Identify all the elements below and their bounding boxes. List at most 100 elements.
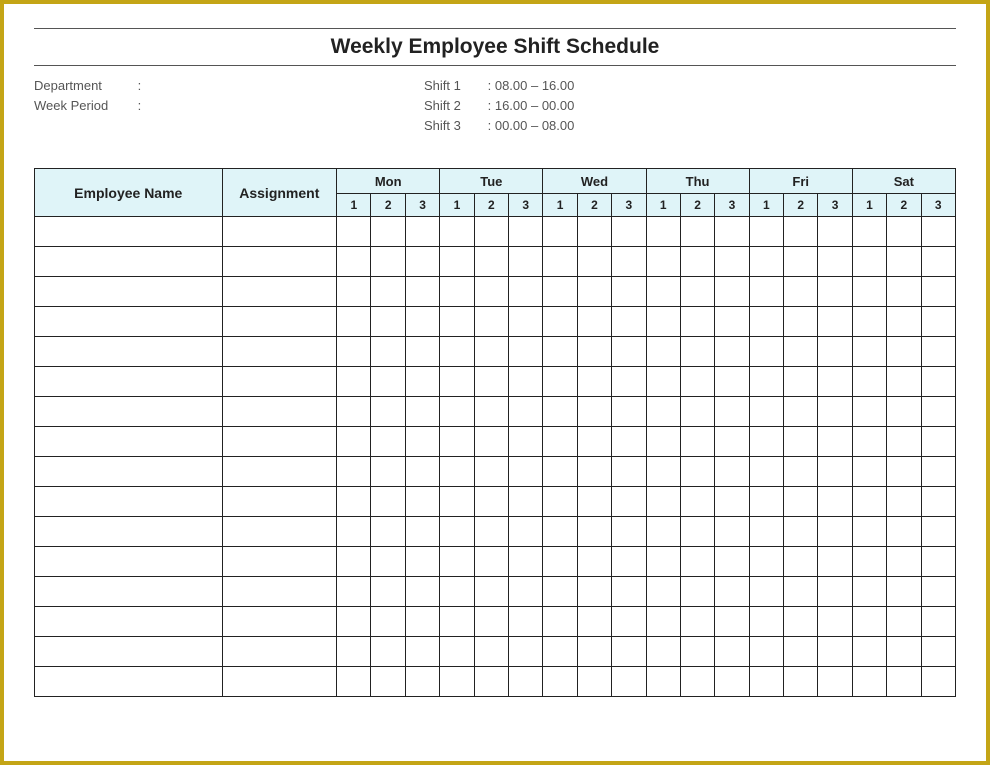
- cell-shift[interactable]: [749, 577, 783, 607]
- cell-shift[interactable]: [577, 217, 611, 247]
- cell-shift[interactable]: [680, 547, 714, 577]
- cell-shift[interactable]: [509, 307, 543, 337]
- cell-shift[interactable]: [577, 487, 611, 517]
- cell-shift[interactable]: [680, 427, 714, 457]
- cell-shift[interactable]: [715, 217, 749, 247]
- cell-shift[interactable]: [337, 667, 371, 697]
- cell-shift[interactable]: [749, 457, 783, 487]
- cell-shift[interactable]: [852, 307, 886, 337]
- cell-shift[interactable]: [371, 367, 405, 397]
- cell-shift[interactable]: [612, 307, 646, 337]
- cell-shift[interactable]: [818, 247, 852, 277]
- cell-shift[interactable]: [577, 457, 611, 487]
- cell-shift[interactable]: [543, 247, 577, 277]
- cell-shift[interactable]: [715, 307, 749, 337]
- cell-shift[interactable]: [749, 397, 783, 427]
- cell-assignment[interactable]: [222, 337, 337, 367]
- cell-shift[interactable]: [577, 517, 611, 547]
- cell-shift[interactable]: [612, 337, 646, 367]
- cell-shift[interactable]: [646, 487, 680, 517]
- cell-assignment[interactable]: [222, 607, 337, 637]
- cell-shift[interactable]: [612, 457, 646, 487]
- cell-shift[interactable]: [921, 667, 955, 697]
- cell-shift[interactable]: [784, 457, 818, 487]
- cell-shift[interactable]: [405, 577, 439, 607]
- cell-shift[interactable]: [818, 517, 852, 547]
- cell-shift[interactable]: [818, 577, 852, 607]
- cell-shift[interactable]: [509, 667, 543, 697]
- cell-shift[interactable]: [715, 397, 749, 427]
- cell-shift[interactable]: [921, 367, 955, 397]
- cell-shift[interactable]: [337, 607, 371, 637]
- cell-employee-name[interactable]: [35, 397, 223, 427]
- cell-shift[interactable]: [509, 487, 543, 517]
- cell-shift[interactable]: [921, 487, 955, 517]
- cell-shift[interactable]: [715, 547, 749, 577]
- cell-shift[interactable]: [680, 397, 714, 427]
- cell-shift[interactable]: [440, 607, 474, 637]
- cell-shift[interactable]: [405, 547, 439, 577]
- cell-shift[interactable]: [887, 577, 921, 607]
- cell-shift[interactable]: [612, 517, 646, 547]
- cell-shift[interactable]: [921, 397, 955, 427]
- cell-shift[interactable]: [818, 607, 852, 637]
- cell-shift[interactable]: [715, 667, 749, 697]
- cell-shift[interactable]: [543, 307, 577, 337]
- cell-shift[interactable]: [405, 517, 439, 547]
- cell-employee-name[interactable]: [35, 637, 223, 667]
- cell-shift[interactable]: [818, 427, 852, 457]
- cell-shift[interactable]: [887, 607, 921, 637]
- cell-shift[interactable]: [852, 637, 886, 667]
- cell-shift[interactable]: [852, 487, 886, 517]
- cell-shift[interactable]: [337, 367, 371, 397]
- cell-shift[interactable]: [784, 487, 818, 517]
- cell-shift[interactable]: [509, 607, 543, 637]
- cell-shift[interactable]: [852, 337, 886, 367]
- cell-shift[interactable]: [371, 217, 405, 247]
- cell-shift[interactable]: [577, 607, 611, 637]
- cell-shift[interactable]: [749, 427, 783, 457]
- cell-shift[interactable]: [405, 367, 439, 397]
- cell-shift[interactable]: [784, 637, 818, 667]
- cell-shift[interactable]: [680, 667, 714, 697]
- cell-shift[interactable]: [577, 667, 611, 697]
- cell-shift[interactable]: [474, 517, 508, 547]
- cell-shift[interactable]: [543, 277, 577, 307]
- cell-shift[interactable]: [852, 217, 886, 247]
- cell-shift[interactable]: [371, 457, 405, 487]
- cell-shift[interactable]: [337, 577, 371, 607]
- cell-shift[interactable]: [543, 397, 577, 427]
- cell-shift[interactable]: [784, 667, 818, 697]
- cell-assignment[interactable]: [222, 517, 337, 547]
- cell-shift[interactable]: [474, 247, 508, 277]
- cell-shift[interactable]: [440, 577, 474, 607]
- cell-shift[interactable]: [337, 457, 371, 487]
- cell-shift[interactable]: [543, 457, 577, 487]
- cell-shift[interactable]: [612, 577, 646, 607]
- cell-shift[interactable]: [440, 427, 474, 457]
- cell-shift[interactable]: [921, 637, 955, 667]
- cell-assignment[interactable]: [222, 397, 337, 427]
- cell-shift[interactable]: [818, 307, 852, 337]
- cell-shift[interactable]: [749, 517, 783, 547]
- cell-shift[interactable]: [509, 427, 543, 457]
- cell-shift[interactable]: [921, 217, 955, 247]
- cell-shift[interactable]: [852, 397, 886, 427]
- cell-shift[interactable]: [784, 337, 818, 367]
- cell-shift[interactable]: [784, 307, 818, 337]
- cell-employee-name[interactable]: [35, 607, 223, 637]
- cell-shift[interactable]: [509, 397, 543, 427]
- cell-shift[interactable]: [577, 307, 611, 337]
- cell-shift[interactable]: [440, 547, 474, 577]
- cell-shift[interactable]: [646, 457, 680, 487]
- cell-shift[interactable]: [887, 277, 921, 307]
- cell-employee-name[interactable]: [35, 337, 223, 367]
- cell-shift[interactable]: [852, 427, 886, 457]
- cell-shift[interactable]: [612, 487, 646, 517]
- cell-shift[interactable]: [405, 427, 439, 457]
- cell-shift[interactable]: [612, 607, 646, 637]
- cell-shift[interactable]: [577, 577, 611, 607]
- cell-shift[interactable]: [405, 487, 439, 517]
- cell-employee-name[interactable]: [35, 277, 223, 307]
- cell-assignment[interactable]: [222, 367, 337, 397]
